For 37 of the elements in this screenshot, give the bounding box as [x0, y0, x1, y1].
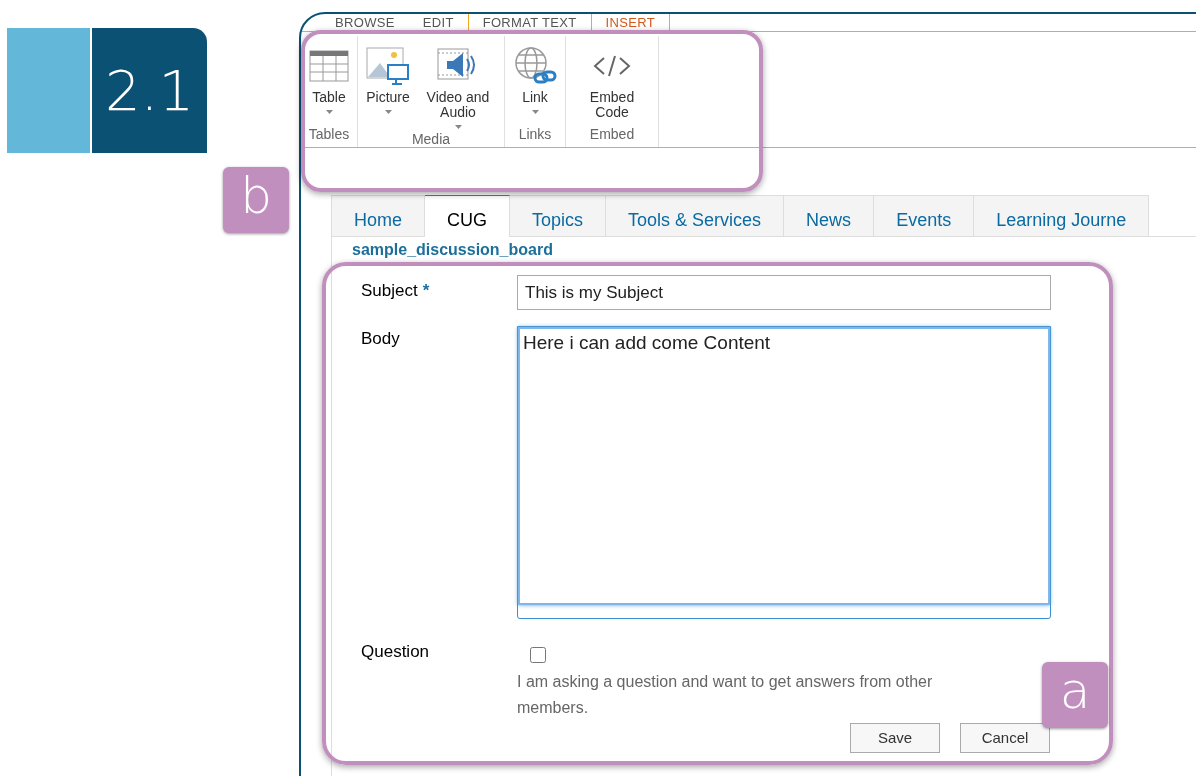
ribbon-video-button[interactable]: Video and Audio: [416, 36, 500, 129]
code-icon: [592, 54, 632, 78]
help-text: I am asking a question and want to get answers from other members.: [517, 672, 934, 718]
board-title: sample_discussion_board: [352, 241, 553, 259]
ribbon-table-button[interactable]: Table: [305, 36, 353, 124]
nav-tab[interactable]: CUG: [425, 195, 510, 237]
ribbon-group-label: Tables: [307, 125, 351, 144]
ribbon-embed-button[interactable]: Embed Code: [570, 36, 654, 124]
ribbon-picture-button[interactable]: Picture: [362, 36, 414, 129]
globe-link-icon: [513, 46, 557, 86]
form-button[interactable]: Save: [850, 723, 940, 753]
nav-tab[interactable]: Tools & Services: [606, 195, 785, 236]
nav-tab[interactable]: Home: [332, 195, 425, 236]
subject-field[interactable]: This is my Subject: [517, 275, 1051, 310]
section-number: 2.1: [92, 28, 207, 153]
ribbon-group-label: Links: [517, 125, 553, 144]
ribbon-tab[interactable]: FORMAT TEXT: [467, 14, 591, 31]
body-field[interactable]: Here i can add come Content: [518, 327, 1050, 605]
ribbon-group-label: Embed: [588, 125, 636, 144]
nav-tab[interactable]: Events: [874, 195, 975, 236]
ribbon-link-button[interactable]: Link: [509, 36, 561, 124]
nav-tab[interactable]: Learning Journe: [974, 195, 1150, 236]
nav-tab[interactable]: Topics: [510, 195, 607, 236]
ribbon-group-label: Media: [410, 130, 452, 149]
callout-label: a: [1042, 662, 1108, 728]
field-label: Question: [361, 641, 430, 663]
ribbon-tab[interactable]: BROWSE: [321, 14, 409, 31]
required-mark: *: [422, 280, 430, 302]
ribbon-tab[interactable]: EDIT: [408, 14, 468, 31]
field-label: Subject: [361, 280, 418, 302]
form-button[interactable]: Cancel: [960, 723, 1050, 753]
nav-tab[interactable]: News: [784, 195, 875, 236]
field-label: Body: [361, 328, 400, 350]
callout-label: b: [223, 167, 289, 233]
table-icon: [309, 50, 349, 82]
picture-icon: [366, 47, 410, 85]
question-checkbox[interactable]: [530, 647, 546, 663]
